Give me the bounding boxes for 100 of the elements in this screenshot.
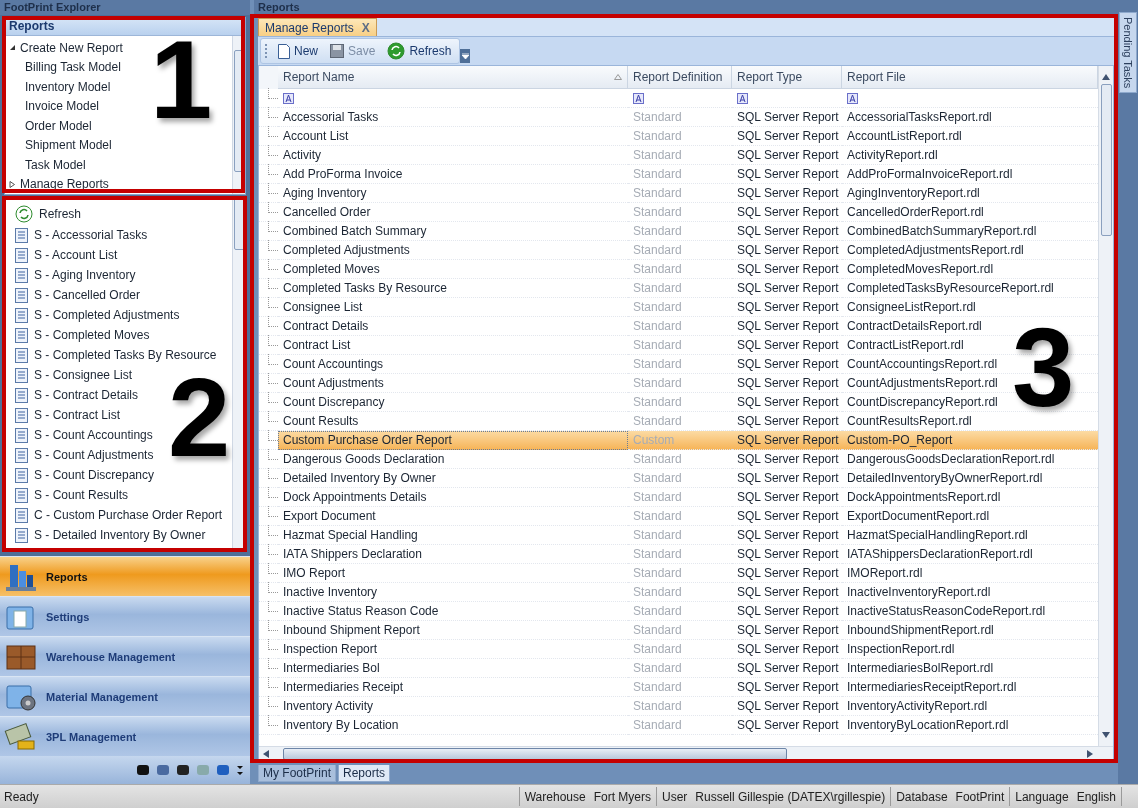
table-row[interactable]: Completed Adjustments Standard SQL Server Report CompletedAdjustmentsReport.rdl bbox=[259, 241, 1098, 260]
table-row[interactable]: Intermediaries Bol Standard SQL Server Report IntermediariesBolReport.rdl bbox=[259, 659, 1098, 678]
report-list-item[interactable]: S - Completed Adjustments bbox=[15, 305, 180, 325]
table-cell: Standard bbox=[628, 697, 732, 716]
table-row[interactable]: Detailed Inventory By Owner Standard SQL Server Report DetailedInventoryByOwnerReport.rdl bbox=[259, 469, 1098, 488]
table-row[interactable]: Accessorial Tasks Standard SQL Server Report AccessorialTasksReport.rdl bbox=[259, 108, 1098, 127]
table-row[interactable]: Account List Standard SQL Server Report AccountListReport.rdl bbox=[259, 127, 1098, 146]
refresh-icon bbox=[15, 205, 33, 223]
table-cell: Inventory Activity bbox=[278, 697, 628, 716]
table-row[interactable]: Consignee List Standard SQL Server Report ConsigneeListReport.rdl bbox=[259, 298, 1098, 317]
table-row[interactable]: Dock Appointments Details Standard SQL Server Report DockAppointmentsReport.rdl bbox=[259, 488, 1098, 507]
table-row[interactable]: Inactive Status Reason Code Standard SQL Server Report InactiveStatusReasonCodeReport.rdl bbox=[259, 602, 1098, 621]
overflow-button[interactable] bbox=[460, 49, 471, 63]
table-row[interactable]: Completed Tasks By Resource Standard SQL Server Report CompletedTasksByResourceReport.rdl bbox=[259, 279, 1098, 298]
table-row[interactable]: Cancelled Order Standard SQL Server Report CancelledOrderReport.rdl bbox=[259, 203, 1098, 222]
side-tab[interactable]: Pending Tasks bbox=[1119, 12, 1137, 94]
report-list-item[interactable]: S - Count Discrepancy bbox=[15, 465, 155, 485]
table-cell: SQL Server Report bbox=[732, 260, 842, 279]
refresh-button[interactable]: Refresh bbox=[13, 203, 84, 225]
report-list-item[interactable]: S - Aging Inventory bbox=[15, 265, 136, 285]
report-list-item[interactable]: S - Count Adjustments bbox=[15, 445, 154, 465]
collapsed-icon[interactable] bbox=[9, 180, 16, 188]
table-row[interactable]: Inactive Inventory Standard SQL Server Report InactiveInventoryReport.rdl bbox=[259, 583, 1098, 602]
table-row[interactable]: Inventory Activity Standard SQL Server Report InventoryActivityReport.rdl bbox=[259, 697, 1098, 716]
report-list-item[interactable]: S - Consignee List bbox=[15, 365, 133, 385]
table-cell: SQL Server Report bbox=[732, 355, 842, 374]
table-row[interactable]: Intermediaries Receipt Standard SQL Server Report IntermediariesReceiptReport.rdl bbox=[259, 678, 1098, 697]
report-list-item[interactable]: S - Cancelled Order bbox=[15, 285, 141, 305]
nav-button[interactable]: Material Management bbox=[0, 676, 250, 716]
report-list-item[interactable]: C - Custom Purchase Order Report bbox=[15, 505, 223, 525]
table-cell: Standard bbox=[628, 279, 732, 298]
nav-button[interactable]: Settings bbox=[0, 596, 250, 636]
table-cell: Standard bbox=[628, 393, 732, 412]
nav-button[interactable]: Warehouse Management bbox=[0, 636, 250, 676]
table-row[interactable]: Inspection Report Standard SQL Server Report InspectionReport.rdl bbox=[259, 640, 1098, 659]
table-row[interactable]: Dangerous Goods Declaration Standard SQL Server Report DangerousGoodsDeclarationReport.rdl bbox=[259, 450, 1098, 469]
tree-item[interactable]: Task Model bbox=[5, 155, 232, 175]
selected-row[interactable]: Custom Purchase Order Report Custom SQL Server Report Custom-PO_Report bbox=[259, 431, 1098, 450]
module-icon[interactable] bbox=[176, 763, 190, 777]
nav-button[interactable]: 3PL Management bbox=[0, 716, 250, 756]
report-list-item[interactable]: S - Accessorial Tasks bbox=[15, 225, 148, 245]
table-row[interactable]: IATA Shippers Declaration Standard SQL Server Report IATAShippersDeclarationReport.rdl bbox=[259, 545, 1098, 564]
table-row[interactable]: IMO Report Standard SQL Server Report IMOReport.rdl bbox=[259, 564, 1098, 583]
table-cell: Standard bbox=[628, 317, 732, 336]
report-list-item[interactable]: S - Count Results bbox=[15, 485, 129, 505]
vertical-scrollbar[interactable] bbox=[1098, 66, 1113, 746]
table-row[interactable]: Combined Batch Summary Standard SQL Server Report CombinedBatchSummaryReport.rdl bbox=[259, 222, 1098, 241]
column-header[interactable]: Report Type bbox=[732, 66, 842, 89]
table-row[interactable]: Aging Inventory Standard SQL Server Report AgingInventoryReport.rdl bbox=[259, 184, 1098, 203]
table-cell: Completed Moves bbox=[278, 260, 628, 279]
table-row[interactable]: Inventory By Location Standard SQL Server Report InventoryByLocationReport.rdl bbox=[259, 716, 1098, 735]
module-icon[interactable] bbox=[136, 763, 150, 777]
report-list-item[interactable]: S - Contract Details bbox=[15, 385, 139, 405]
table-cell: Count Accountings bbox=[278, 355, 628, 374]
report-icon bbox=[15, 227, 28, 243]
report-list-item[interactable]: S - Completed Moves bbox=[15, 325, 150, 345]
document-tab[interactable]: Manage Reports X bbox=[258, 18, 377, 36]
report-icon bbox=[15, 527, 28, 543]
table-cell: Cancelled Order bbox=[278, 203, 628, 222]
table-row[interactable]: Export Document Standard SQL Server Report ExportDocumentReport.rdl bbox=[259, 507, 1098, 526]
column-header[interactable]: Report Definition bbox=[628, 66, 732, 89]
report-list-item[interactable]: S - Completed Tasks By Resource bbox=[15, 345, 217, 365]
toolbar-button[interactable]: Refresh bbox=[383, 40, 456, 62]
table-row[interactable]: Inbound Shipment Report Standard SQL Server Report InboundShipmentReport.rdl bbox=[259, 621, 1098, 640]
column-header[interactable]: Report Name bbox=[278, 66, 628, 89]
report-list-item[interactable]: S - Count Accountings bbox=[15, 425, 153, 445]
scroll-thumb[interactable] bbox=[233, 198, 245, 250]
report-list-item[interactable]: S - Contract List bbox=[15, 405, 121, 425]
table-cell: SQL Server Report bbox=[732, 336, 842, 355]
nav-button[interactable]: Reports bbox=[0, 556, 250, 596]
tree-item[interactable]: Manage Reports bbox=[5, 174, 232, 194]
bottom-tab[interactable]: My FootPrint bbox=[258, 764, 336, 782]
tree-item[interactable]: Shipment Model bbox=[5, 135, 232, 155]
bottom-tab[interactable]: Reports bbox=[338, 764, 391, 782]
scroll-down-icon[interactable] bbox=[1102, 732, 1110, 738]
table-row[interactable]: Add ProForma Invoice Standard SQL Server Report AddProFormaInvoiceReport.rdl bbox=[259, 165, 1098, 184]
report-icon bbox=[15, 347, 28, 363]
table-cell: Activity bbox=[278, 146, 628, 165]
table-row[interactable]: Hazmat Special Handling Standard SQL Server Report HazmatSpecialHandlingReport.rdl bbox=[259, 526, 1098, 545]
table-row[interactable]: Completed Moves Standard SQL Server Report CompletedMovesReport.rdl bbox=[259, 260, 1098, 279]
close-icon[interactable]: X bbox=[361, 20, 370, 35]
table-cell: SQL Server Report bbox=[732, 469, 842, 488]
table-cell: SQL Server Report bbox=[732, 317, 842, 336]
column-header[interactable]: Report File bbox=[842, 66, 1098, 89]
report-list-item[interactable]: S - Account List bbox=[15, 245, 118, 265]
report-list-item[interactable]: S - Detailed Inventory By Owner bbox=[15, 525, 206, 545]
status-value: Russell Gillespie (DATEX\rgillespie) bbox=[695, 789, 886, 804]
expanded-icon[interactable] bbox=[9, 44, 16, 52]
more-icon[interactable] bbox=[236, 763, 244, 777]
status-label: Warehouse bbox=[524, 789, 586, 804]
scroll-left-icon[interactable] bbox=[263, 750, 269, 758]
scroll-up-icon[interactable] bbox=[1102, 74, 1110, 80]
table-cell: Custom Purchase Order Report bbox=[278, 431, 628, 450]
table-row[interactable]: Activity Standard SQL Server Report ActivityReport.rdl bbox=[259, 146, 1098, 165]
scroll-thumb[interactable] bbox=[283, 748, 787, 760]
scroll-thumb[interactable] bbox=[1100, 84, 1112, 236]
toolbar-button[interactable]: New bbox=[274, 40, 322, 62]
scroll-right-icon[interactable] bbox=[1087, 750, 1093, 758]
table-cell: SQL Server Report bbox=[732, 203, 842, 222]
table-cell: Standard bbox=[628, 165, 732, 184]
